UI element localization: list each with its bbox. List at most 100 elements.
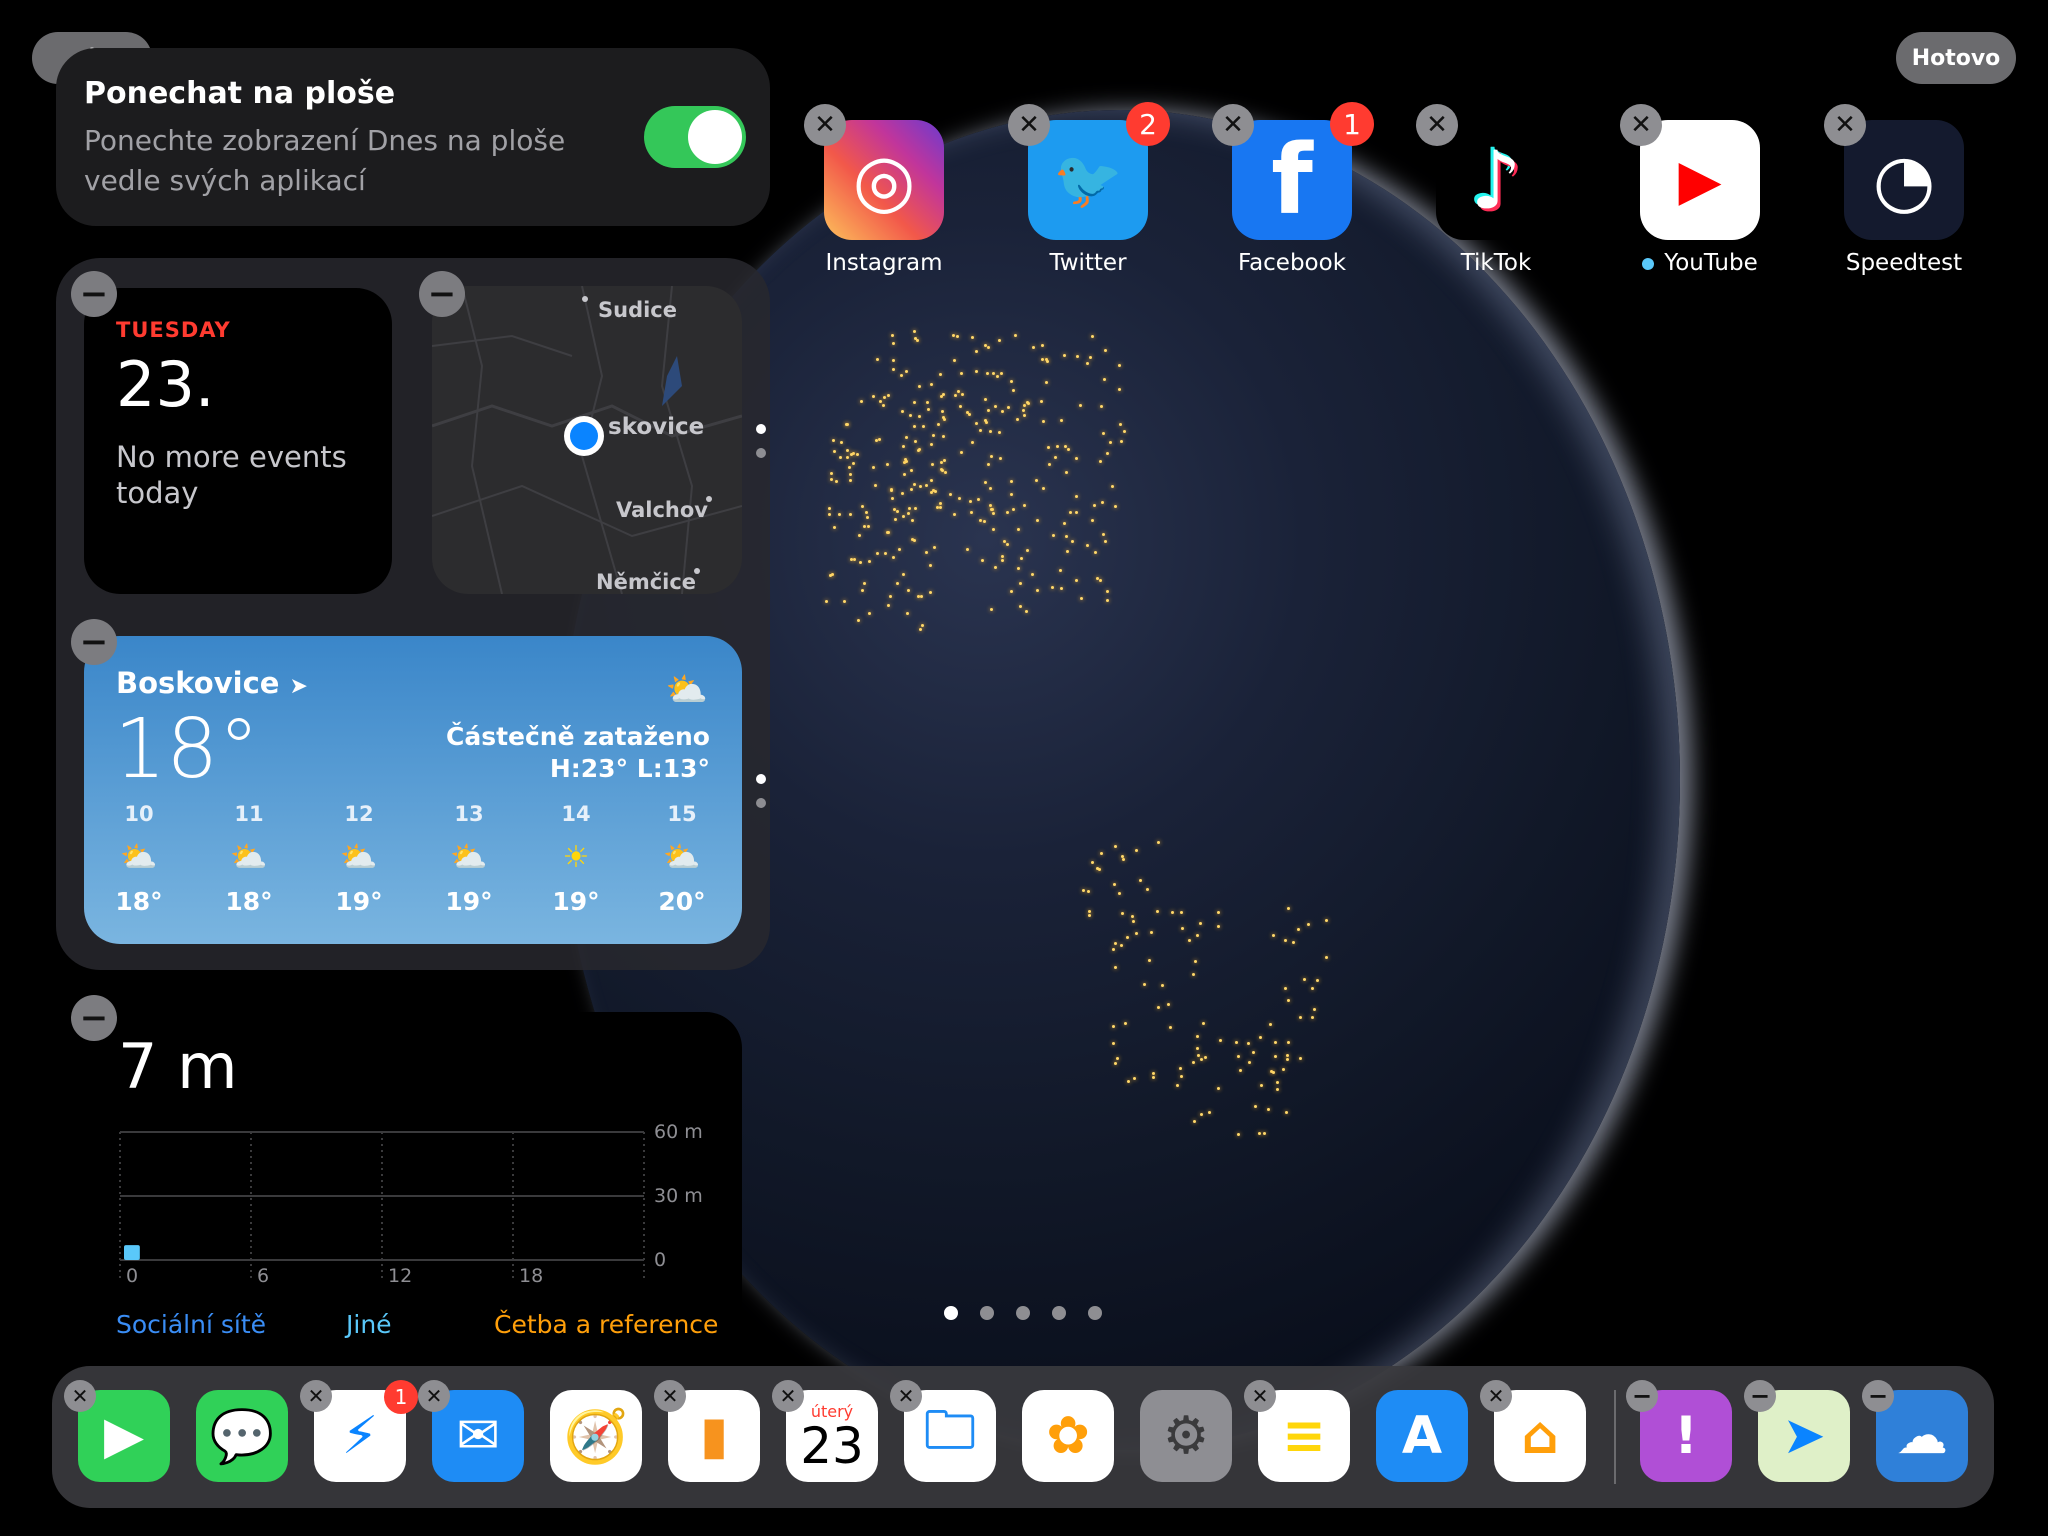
weather-condition: Částečně zataženo [445,722,710,751]
app-instagram[interactable]: ◎ [824,120,944,240]
delete-dock-app-button[interactable]: ✕ [418,1380,450,1412]
remove-from-dock-button[interactable]: − [1862,1380,1894,1412]
dock-settings[interactable]: ⚙ [1140,1390,1232,1482]
analytics-icon: ▮ [699,1406,729,1466]
files-icon: 🗀 [923,1400,976,1461]
keep-toggle[interactable] [644,106,746,168]
app-label: Speedtest [1814,250,1994,276]
category-label: Četba a reference [494,1310,719,1339]
delete-app-button[interactable]: ✕ [804,104,846,146]
hour-label: 10 [124,802,154,826]
hour-temp: 18° [115,887,163,916]
minus-icon: − [79,622,109,662]
remove-from-dock-button[interactable]: − [1626,1380,1658,1412]
screen-time-total: 7 m [118,1030,238,1103]
keep-desc-1: Ponechte zobrazení Dnes na ploše [84,124,566,157]
map-widget[interactable]: Sudice skovice Valchov Němčice [432,286,742,594]
app-twitter[interactable]: 🐦 [1028,120,1148,240]
location-arrow-icon: ➤ [289,674,308,699]
delete-app-button[interactable]: ✕ [1416,104,1458,146]
delete-dock-app-button[interactable]: ✕ [1244,1380,1276,1412]
page-dot-3 [1016,1306,1030,1320]
dock-messages[interactable]: 💬 [196,1390,288,1482]
delete-dock-app-button[interactable]: ✕ [64,1380,96,1412]
remove-screen-time-widget-button[interactable]: − [71,995,117,1041]
delete-dock-app-button[interactable]: ✕ [1480,1380,1512,1412]
delete-dock-app-button[interactable]: ✕ [890,1380,922,1412]
notification-badge: 1 [384,1380,418,1414]
done-label: Hotovo [1911,45,2001,71]
done-button[interactable]: Hotovo [1896,32,2016,84]
hour-forecast: 15 ⛅ 20° [647,802,717,916]
weather-condition-icon: ⛅ [665,670,708,710]
hour-temp: 19° [445,887,493,916]
remove-from-dock-button[interactable]: − [1744,1380,1776,1412]
stack-page-dot-1 [756,424,766,434]
dock-divider [1614,1390,1616,1484]
app-name: Facebook [1237,250,1347,276]
tiktok-icon: ♪ [1470,133,1522,227]
hour-temp: 18° [225,887,273,916]
page-indicator[interactable] [944,1306,1102,1320]
facebook-icon: f [1271,124,1313,236]
hour-label: 13 [454,802,484,826]
y-tick-label: 30 m [654,1185,703,1207]
sun-icon: ☀ [562,840,590,875]
calendar-events-2: today [116,476,199,510]
y-tick-label: 60 m [654,1121,703,1143]
partly-cloudy-icon: ⛅ [663,840,701,875]
remove-calendar-widget-button[interactable]: − [71,271,117,317]
keep-title: Ponechat na ploše [84,76,396,111]
hour-forecast: 14 ☀ 19° [541,802,611,916]
hour-temp: 20° [658,887,706,916]
weather-temp: 18° [114,702,260,797]
calendar-day-number: 23 [800,1416,864,1475]
weather-widget[interactable]: Boskovice ➤ 18° ⛅ Částečně zataženo H:23… [84,636,742,944]
page-dot-4 [1052,1306,1066,1320]
partly-cloudy-icon: ⛅ [340,840,378,875]
delete-dock-app-button[interactable]: ✕ [654,1380,686,1412]
calendar-date: 23. [116,348,215,421]
youtube-icon: ▶ [1678,147,1722,213]
hour-label: 12 [344,802,374,826]
stack2-page-dot-1 [756,774,766,784]
map-place-boskovice: skovice [608,414,705,440]
keep-on-desktop-card: Ponechat na ploše Ponechte zobrazení Dne… [56,48,770,226]
screen-time-chart: 60 m 30 m 0 0 6 12 18 [119,1121,703,1287]
app-name: Twitter [1049,250,1127,276]
category-label: Jiné [346,1310,392,1339]
dock-photos[interactable]: ✿ [1022,1390,1114,1482]
app-name: YouTube [1664,250,1758,276]
stack-page-dot-2 [756,448,766,458]
dock-safari[interactable]: 🧭 [550,1390,642,1482]
app-name: TikTok [1460,250,1532,276]
twitter-bird-icon: 🐦 [1053,148,1123,213]
dock-appstore[interactable]: A [1376,1390,1468,1482]
app-speedtest[interactable]: ◔ [1844,120,1964,240]
remove-weather-widget-button[interactable]: − [71,619,117,665]
delete-app-button[interactable]: ✕ [1824,104,1866,146]
app-label: Twitter [998,250,1178,276]
mail-icon: ✉ [456,1406,500,1466]
minus-icon: − [427,274,457,314]
maps-icon: ➤ [1782,1406,1826,1466]
home-icon: ⌂ [1521,1406,1559,1466]
delete-app-button[interactable]: ✕ [1620,104,1662,146]
calendar-widget[interactable]: TUESDAY 23. No more events today [84,288,392,594]
delete-dock-app-button[interactable]: ✕ [300,1380,332,1412]
weather-hilo: H:23° L:13° [549,754,710,783]
page-dot-5 [1088,1306,1102,1320]
remove-map-widget-button[interactable]: − [419,271,465,317]
current-location-icon [564,416,604,456]
delete-app-button[interactable]: ✕ [1008,104,1050,146]
app-youtube[interactable]: ▶ [1640,120,1760,240]
x-tick-label: 18 [519,1265,543,1287]
page-dot-1 [944,1306,958,1320]
hour-forecast: 12 ⛅ 19° [324,802,394,916]
delete-dock-app-button[interactable]: ✕ [772,1380,804,1412]
delete-app-button[interactable]: ✕ [1212,104,1254,146]
facetime-icon: ▶ [104,1406,144,1466]
partly-cloudy-icon: ⛅ [230,840,268,875]
app-facebook[interactable]: f [1232,120,1352,240]
app-tiktok[interactable]: ♪ [1436,120,1556,240]
